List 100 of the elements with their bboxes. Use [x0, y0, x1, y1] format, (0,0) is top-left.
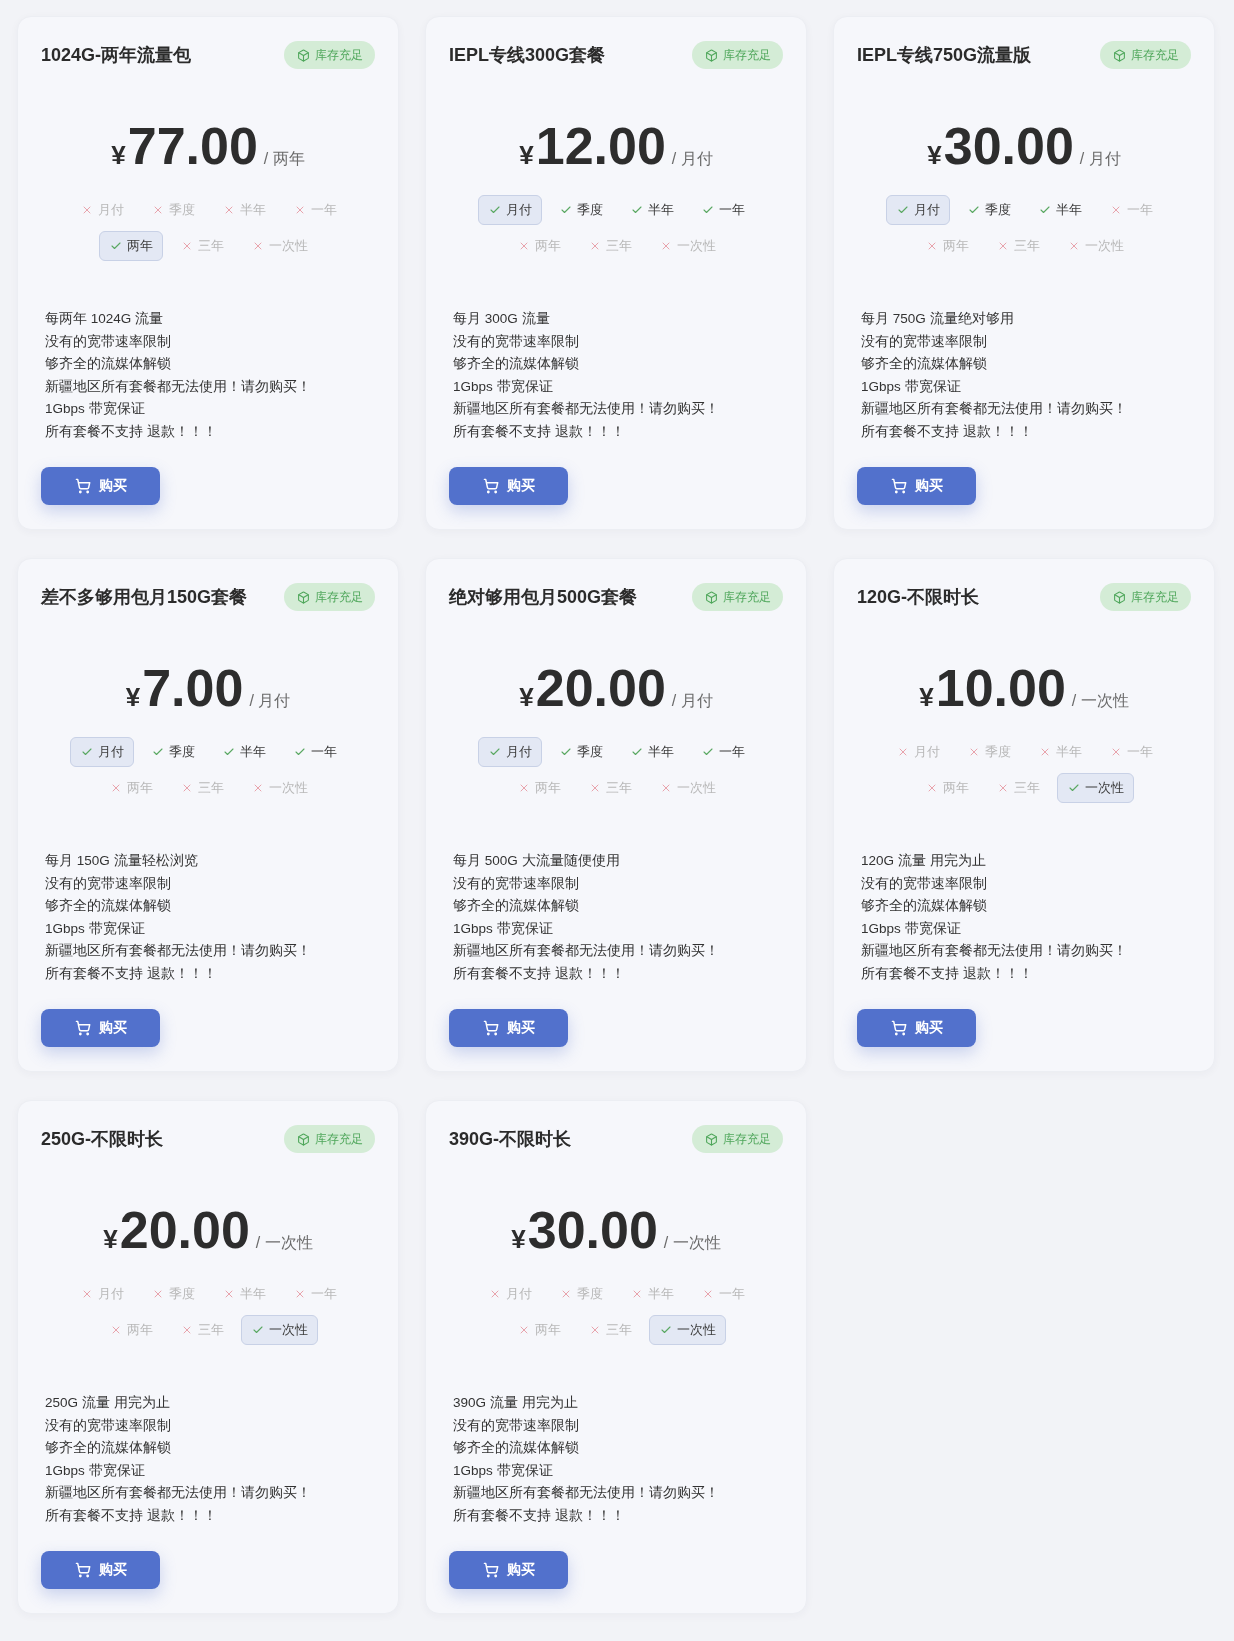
billing-option[interactable]: 月付: [69, 195, 134, 225]
feature-line: 120G 流量 用完为止: [861, 852, 987, 870]
box-icon: [297, 48, 310, 62]
billing-option[interactable]: 月付: [69, 1279, 134, 1309]
feature-line: 新疆地区所有套餐都无法使用！请勿购买！: [45, 1484, 312, 1502]
feature-line: 新疆地区所有套餐都无法使用！请勿购买！: [453, 942, 720, 960]
price-period: / 一次性: [663, 1233, 721, 1253]
billing-option[interactable]: 两年: [98, 1315, 163, 1345]
billing-option[interactable]: 月付: [885, 195, 950, 225]
billing-option[interactable]: 月付: [477, 195, 542, 225]
box-icon: [705, 1132, 718, 1146]
billing-option[interactable]: 半年: [211, 737, 276, 767]
buy-button[interactable]: 购买: [449, 1009, 568, 1047]
feature-line: 390G 流量 用完为止: [453, 1394, 579, 1412]
billing-option[interactable]: 一年: [690, 195, 755, 225]
billing-option[interactable]: 半年: [619, 195, 684, 225]
stock-label: 库存充足: [315, 1130, 363, 1148]
billing-option[interactable]: 月付: [885, 737, 950, 767]
feature-line: 所有套餐不支持 退款！！！: [453, 1506, 626, 1525]
price-period: / 月付: [249, 691, 291, 711]
billing-option[interactable]: 两年: [506, 231, 571, 261]
feature-line: 够齐全的流媒体解锁: [861, 355, 988, 373]
billing-option[interactable]: 一年: [282, 737, 347, 767]
stock-label: 库存充足: [1131, 46, 1179, 64]
plan-title: 390G-不限时长: [449, 1128, 572, 1151]
billing-option[interactable]: 两年: [98, 231, 163, 261]
billing-option[interactable]: 两年: [914, 231, 979, 261]
buy-button[interactable]: 购买: [41, 467, 160, 505]
price-period: / 两年: [263, 149, 305, 169]
feature-line: 没有的宽带速率限制: [453, 1416, 580, 1435]
billing-option[interactable]: 季度: [140, 1279, 205, 1309]
billing-option[interactable]: 月付: [477, 737, 542, 767]
billing-option[interactable]: 半年: [1027, 737, 1092, 767]
stock-label: 库存充足: [723, 588, 771, 606]
billing-option[interactable]: 半年: [619, 737, 684, 767]
box-icon: [297, 590, 310, 604]
feature-line: 所有套餐不支持 退款！！！: [453, 422, 626, 441]
price-amount: 77.00: [127, 116, 258, 177]
billing-option[interactable]: 半年: [211, 1279, 276, 1309]
billing-option[interactable]: 一次性: [648, 1315, 726, 1345]
buy-button[interactable]: 购买: [41, 1551, 160, 1589]
feature-line: 没有的宽带速率限制: [45, 332, 172, 351]
plan-title: 差不多够用包月150G套餐: [41, 586, 248, 609]
feature-line: 够齐全的流媒体解锁: [453, 897, 580, 915]
billing-option[interactable]: 季度: [956, 195, 1021, 225]
buy-button[interactable]: 购买: [857, 1009, 976, 1047]
billing-option[interactable]: 半年: [619, 1279, 684, 1309]
plan-title: IEPL专线300G套餐: [449, 44, 606, 67]
billing-option[interactable]: 季度: [956, 737, 1021, 767]
feature-line: 没有的宽带速率限制: [861, 332, 988, 351]
price-period: / 一次性: [255, 1233, 313, 1253]
feature-line: 新疆地区所有套餐都无法使用！请勿购买！: [453, 1484, 720, 1502]
billing-option[interactable]: 季度: [140, 737, 205, 767]
feature-line: 新疆地区所有套餐都无法使用！请勿购买！: [45, 377, 312, 396]
feature-line: 每两年 1024G 流量: [45, 310, 165, 328]
currency-symbol: ¥: [125, 682, 141, 713]
feature-line: 新疆地区所有套餐都无法使用！请勿购买！: [453, 400, 720, 418]
box-icon: [705, 48, 718, 62]
cart-icon: [74, 1562, 91, 1578]
cart-icon: [890, 1020, 907, 1036]
billing-option[interactable]: 半年: [211, 195, 276, 225]
feature-line: 所有套餐不支持 退款！！！: [453, 964, 626, 983]
billing-option[interactable]: 一次性: [1056, 773, 1134, 803]
feature-line: 每月 150G 流量轻松浏览: [45, 852, 199, 870]
cart-icon: [890, 478, 907, 494]
price-period: / 月付: [671, 691, 713, 711]
plan-title: 250G-不限时长: [41, 1128, 164, 1151]
cart-icon: [482, 1020, 499, 1036]
billing-option[interactable]: 一次性: [240, 1315, 318, 1345]
billing-option[interactable]: 季度: [548, 195, 613, 225]
feature-line: 够齐全的流媒体解锁: [45, 897, 172, 915]
billing-option[interactable]: 两年: [914, 773, 979, 803]
feature-line: 1Gbps 带宽保证: [861, 919, 962, 938]
billing-option[interactable]: 季度: [548, 737, 613, 767]
price-period: / 月付: [671, 149, 713, 169]
currency-symbol: ¥: [519, 140, 534, 171]
plan-title: 120G-不限时长: [857, 586, 980, 609]
billing-option[interactable]: 季度: [548, 1279, 613, 1309]
billing-option[interactable]: 两年: [506, 773, 571, 803]
feature-line: 1Gbps 带宽保证: [45, 1461, 146, 1480]
buy-button[interactable]: 购买: [41, 1009, 160, 1047]
billing-option[interactable]: 月付: [69, 737, 134, 767]
billing-option[interactable]: 月付: [477, 1279, 542, 1309]
cart-icon: [482, 478, 499, 494]
billing-option[interactable]: 一年: [690, 737, 755, 767]
billing-option[interactable]: 两年: [98, 773, 163, 803]
buy-button[interactable]: 购买: [449, 467, 568, 505]
currency-symbol: ¥: [103, 1224, 118, 1255]
feature-line: 没有的宽带速率限制: [453, 332, 580, 351]
buy-button[interactable]: 购买: [449, 1551, 568, 1589]
box-icon: [297, 1132, 310, 1146]
feature-line: 1Gbps 带宽保证: [45, 919, 146, 938]
buy-button[interactable]: 购买: [857, 467, 976, 505]
feature-line: 够齐全的流媒体解锁: [453, 1439, 580, 1457]
billing-option[interactable]: 半年: [1027, 195, 1092, 225]
billing-option[interactable]: 季度: [140, 195, 205, 225]
feature-line: 新疆地区所有套餐都无法使用！请勿购买！: [861, 942, 1128, 960]
price-amount: 20.00: [535, 658, 666, 719]
currency-symbol: ¥: [111, 140, 126, 171]
billing-option[interactable]: 两年: [506, 1315, 571, 1345]
